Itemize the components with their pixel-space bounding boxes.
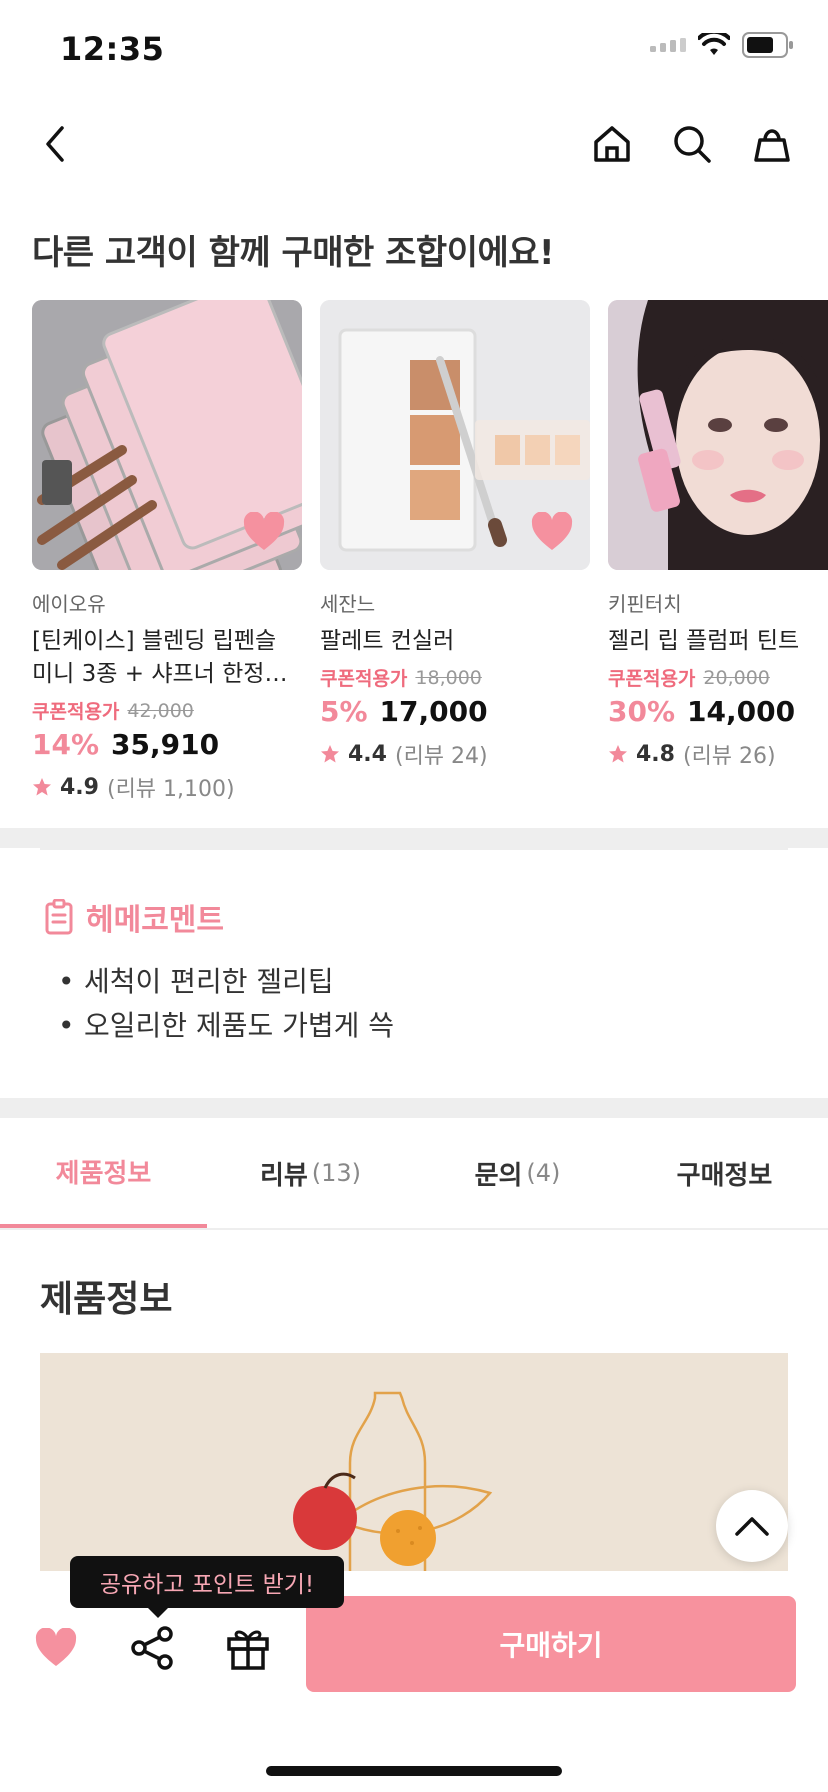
review-count: (리뷰 26) <box>682 744 776 769</box>
recommend-title: 다른 고객이 함께 구매한 조합이에요! <box>32 233 555 273</box>
status-bar: 12:35 <box>0 0 828 96</box>
coupon-label: 쿠폰적용가 <box>320 668 408 690</box>
tab-inquiry[interactable]: 문의 (4) <box>414 1118 621 1228</box>
product-info-title: 제품정보 <box>40 1279 173 1320</box>
sale-price: 14,000 <box>687 695 796 728</box>
product-image[interactable] <box>320 300 590 570</box>
original-price: 42,000 <box>127 699 194 722</box>
cart-icon[interactable] <box>748 120 796 168</box>
star-icon <box>609 745 627 763</box>
product-card[interactable]: 키핀터치 젤리 립 플럼퍼 틴트 쿠폰적용가 20,000 30% 14,000… <box>608 300 828 770</box>
home-indicator <box>266 1766 562 1776</box>
original-price: 18,000 <box>415 666 482 689</box>
status-time: 12:35 <box>60 30 165 68</box>
discount-rate: 30% <box>608 695 676 728</box>
rating-score: 4.9 <box>60 774 99 800</box>
product-name[interactable]: 젤리 립 플럼퍼 틴트 <box>608 625 828 658</box>
share-icon[interactable] <box>124 1620 180 1676</box>
tab-purchase-info[interactable]: 구매정보 <box>621 1118 828 1228</box>
detail-tabs: 제품정보 리뷰 (13) 문의 (4) 구매정보 <box>0 1118 828 1230</box>
buy-button[interactable]: 구매하기 <box>306 1596 796 1692</box>
comment-item: 오일리한 제품도 가볍게 쓱 <box>58 1004 394 1048</box>
review-count: (리뷰 1,100) <box>106 777 235 800</box>
rating-score: 4.8 <box>636 741 675 767</box>
tab-count: (4) <box>526 1159 561 1187</box>
product-brand: 세잔느 <box>320 592 376 616</box>
top-nav <box>0 110 828 180</box>
product-brand: 키핀터치 <box>608 592 682 616</box>
product-info-image <box>40 1353 788 1571</box>
discount-rate: 14% <box>32 728 100 761</box>
divider-line <box>40 848 788 850</box>
wishlist-heart-icon[interactable] <box>28 1620 84 1676</box>
product-card[interactable]: 세잔느 팔레트 컨실러 쿠폰적용가 18,000 5% 17,000 4.4 (… <box>320 300 590 770</box>
rating-score: 4.4 <box>348 741 387 767</box>
product-image[interactable] <box>608 300 828 570</box>
original-price: 20,000 <box>703 666 770 689</box>
review-count: (리뷰 24) <box>394 744 488 769</box>
tab-reviews[interactable]: 리뷰 (13) <box>207 1118 414 1228</box>
scroll-to-top-button[interactable] <box>716 1490 788 1562</box>
clipboard-icon <box>45 899 73 935</box>
coupon-label: 쿠폰적용가 <box>608 668 696 690</box>
product-brand: 에이오유 <box>32 592 106 616</box>
recommend-carousel[interactable]: 에이오유 [틴케이스] 블렌딩 립펜슬 미니 3종 + 샤프너 한정기획… 쿠폰… <box>32 300 828 800</box>
product-image[interactable] <box>32 300 302 570</box>
sale-price: 35,910 <box>111 728 220 761</box>
tab-count: (13) <box>311 1159 362 1187</box>
back-icon[interactable] <box>32 120 80 168</box>
product-name[interactable]: [틴케이스] 블렌딩 립펜슬 미니 3종 + 샤프너 한정기획… <box>32 625 302 691</box>
battery-icon <box>742 32 793 58</box>
comment-title: 헤메코멘트 <box>86 903 224 938</box>
comment-item: 세척이 편리한 젤리팁 <box>58 960 394 1004</box>
coupon-label: 쿠폰적용가 <box>32 701 120 723</box>
star-icon <box>321 745 339 763</box>
comment-list: 세척이 편리한 젤리팁 오일리한 제품도 가볍게 쓱 <box>58 960 394 1048</box>
section-divider <box>0 828 828 848</box>
bottom-action-bar: 구매하기 <box>0 1580 828 1792</box>
sale-price: 17,000 <box>379 695 488 728</box>
star-icon <box>33 778 51 796</box>
discount-rate: 5% <box>320 695 368 728</box>
tab-product-info[interactable]: 제품정보 <box>0 1118 207 1228</box>
home-icon[interactable] <box>588 120 636 168</box>
wishlist-heart-icon[interactable] <box>242 512 286 552</box>
share-tooltip: 공유하고 포인트 받기! <box>70 1556 344 1618</box>
chevron-up-icon <box>735 1517 769 1536</box>
wifi-icon <box>698 33 730 55</box>
gift-icon[interactable] <box>220 1620 276 1676</box>
search-icon[interactable] <box>668 120 716 168</box>
wishlist-heart-icon[interactable] <box>530 512 574 552</box>
cellular-signal-icon <box>650 38 686 52</box>
product-name[interactable]: 팔레트 컨실러 <box>320 625 590 658</box>
section-divider <box>0 1098 828 1118</box>
product-card[interactable]: 에이오유 [틴케이스] 블렌딩 립펜슬 미니 3종 + 샤프너 한정기획… 쿠폰… <box>32 300 302 800</box>
